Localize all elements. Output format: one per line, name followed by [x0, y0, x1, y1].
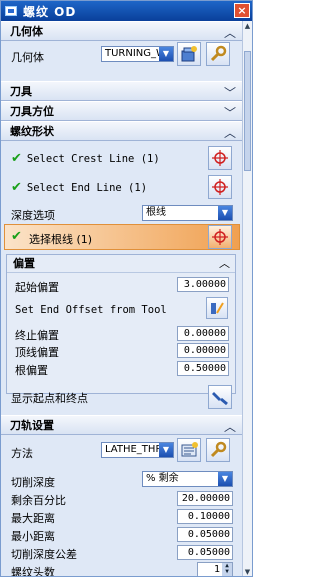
chevron-down-icon[interactable]: ﹀ [224, 104, 236, 121]
chevron-down-icon[interactable]: ▼ [218, 472, 232, 486]
window-title: 螺纹 OD [23, 4, 77, 19]
thread-od-dialog: 螺纹 OD × ▲ ▼ 几何体 ︿ 几何体 TURNING_WO ▼ 刀具 ﹀ … [0, 0, 253, 577]
wrench-icon [210, 441, 227, 458]
section-geometry-header[interactable]: 几何体 ︿ [1, 21, 242, 41]
crosshair-icon [212, 179, 228, 195]
chevron-up-icon[interactable]: ︿ [219, 255, 230, 273]
section-geometry-title: 几何体 [10, 25, 43, 38]
new-method-button[interactable] [177, 438, 201, 462]
root-offset-input[interactable]: 0.50000 [177, 361, 229, 376]
flashlight-icon [212, 392, 228, 406]
new-geometry-button[interactable] [177, 42, 201, 66]
section-path-settings-title: 刀轨设置 [10, 419, 54, 432]
max-distance-label: 最大距离 [11, 512, 55, 525]
new-geometry-icon [181, 46, 197, 62]
end-line-row[interactable]: ✔ Select End Line (1) [11, 180, 147, 195]
end-offset-input[interactable]: 0.00000 [177, 326, 229, 341]
offset-panel-title: 偏置 [13, 257, 35, 270]
section-thread-shape-title: 螺纹形状 [10, 125, 54, 138]
geometry-label: 几何体 [11, 51, 44, 64]
method-label: 方法 [11, 447, 33, 460]
app-icon [5, 6, 17, 16]
section-thread-shape-header[interactable]: 螺纹形状 ︿ [1, 121, 242, 141]
thread-count-value: 1 [213, 564, 220, 575]
max-distance-input[interactable]: 0.10000 [177, 509, 233, 524]
section-tool-title: 刀具 [10, 85, 32, 98]
wrench-icon [210, 45, 227, 62]
select-root-line-button[interactable] [208, 225, 232, 249]
section-path-settings-header[interactable]: 刀轨设置 ︿ [1, 415, 242, 435]
depth-option-select[interactable]: 根线 ▼ [142, 205, 233, 221]
dialog-content: 几何体 ︿ 几何体 TURNING_WO ▼ 刀具 ﹀ 刀具方位 ﹀ 螺纹形状 … [1, 21, 242, 577]
scroll-down-icon[interactable]: ▼ [243, 567, 252, 576]
cut-depth-select[interactable]: % 剩余 ▼ [142, 471, 233, 487]
chevron-down-icon[interactable]: ▼ [159, 443, 173, 457]
edit-geometry-button[interactable] [206, 42, 230, 66]
crosshair-icon [212, 229, 228, 245]
set-end-offset-button[interactable] [206, 297, 228, 319]
section-tool-header[interactable]: 刀具 ﹀ [1, 81, 242, 101]
crest-line-row[interactable]: ✔ Select Crest Line (1) [11, 151, 160, 166]
chevron-down-icon[interactable]: ﹀ [224, 84, 236, 101]
checkmark-icon: ✔ [11, 229, 22, 244]
chevron-down-icon[interactable]: ▼ [218, 206, 232, 220]
cut-depth-value: % 剩余 [146, 473, 179, 484]
depth-option-value: 根线 [146, 207, 166, 218]
cut-depth-tolerance-input[interactable]: 0.05000 [177, 545, 233, 560]
end-line-label: Select End Line (1) [26, 181, 148, 194]
scroll-thumb[interactable] [244, 51, 251, 171]
section-tool-orientation-header[interactable]: 刀具方位 ﹀ [1, 101, 242, 121]
method-select[interactable]: LATHE_THREA ▼ [101, 442, 174, 458]
depth-option-label: 深度选项 [11, 209, 55, 222]
geometry-select[interactable]: TURNING_WO ▼ [101, 46, 174, 62]
crosshair-icon [212, 150, 228, 166]
thread-count-label: 螺纹头数 [11, 566, 55, 577]
chevron-up-icon[interactable]: ︿ [224, 418, 236, 435]
chevron-up-icon[interactable]: ︿ [224, 24, 236, 41]
start-offset-input[interactable]: 3.00000 [177, 277, 229, 292]
select-crest-line-button[interactable] [208, 146, 232, 170]
crest-line-label: Select Crest Line (1) [26, 152, 160, 165]
min-distance-input[interactable]: 0.05000 [177, 527, 233, 542]
edit-method-button[interactable] [206, 438, 230, 462]
show-start-end-label: 显示起点和终点 [11, 392, 88, 405]
start-offset-label: 起始偏置 [15, 281, 59, 294]
checkmark-icon: ✔ [11, 180, 22, 195]
offset-panel: 偏置 ︿ 起始偏置 3.00000 Set End Offset from To… [6, 254, 236, 394]
crest-offset-input[interactable]: 0.00000 [177, 343, 229, 358]
stepper-arrows-icon[interactable]: ▲ ▼ [222, 563, 232, 576]
min-distance-label: 最小距离 [11, 530, 55, 543]
offset-panel-header[interactable]: 偏置 ︿ [7, 255, 235, 273]
vertical-scrollbar[interactable]: ▲ ▼ [242, 21, 252, 576]
crest-offset-label: 顶线偏置 [15, 346, 59, 359]
new-method-icon [181, 442, 198, 457]
title-bar: 螺纹 OD × [1, 1, 252, 21]
close-button[interactable]: × [234, 3, 250, 18]
remaining-pct-label: 剩余百分比 [11, 494, 66, 507]
chevron-down-icon[interactable]: ▼ [159, 47, 173, 61]
thread-count-input[interactable]: 1 ▲ ▼ [197, 562, 233, 576]
checkmark-icon: ✔ [11, 151, 22, 166]
root-offset-label: 根偏置 [15, 364, 48, 377]
section-tool-orientation-title: 刀具方位 [10, 105, 54, 118]
remaining-pct-input[interactable]: 20.00000 [177, 491, 233, 506]
root-line-label: 选择根线 (1) [29, 233, 93, 246]
cut-depth-label: 切削深度 [11, 476, 55, 489]
root-line-row[interactable]: ✔ 选择根线 (1) [4, 224, 240, 250]
tool-offset-icon [211, 302, 224, 314]
show-start-end-button[interactable] [208, 385, 232, 409]
end-offset-label: 终止偏置 [15, 329, 59, 342]
chevron-up-icon[interactable]: ︿ [224, 124, 236, 141]
select-end-line-button[interactable] [208, 175, 232, 199]
scroll-up-icon[interactable]: ▲ [243, 21, 252, 31]
cut-depth-tolerance-label: 切削深度公差 [11, 548, 77, 561]
end-offset-from-tool-label: Set End Offset from Tool [15, 304, 167, 316]
